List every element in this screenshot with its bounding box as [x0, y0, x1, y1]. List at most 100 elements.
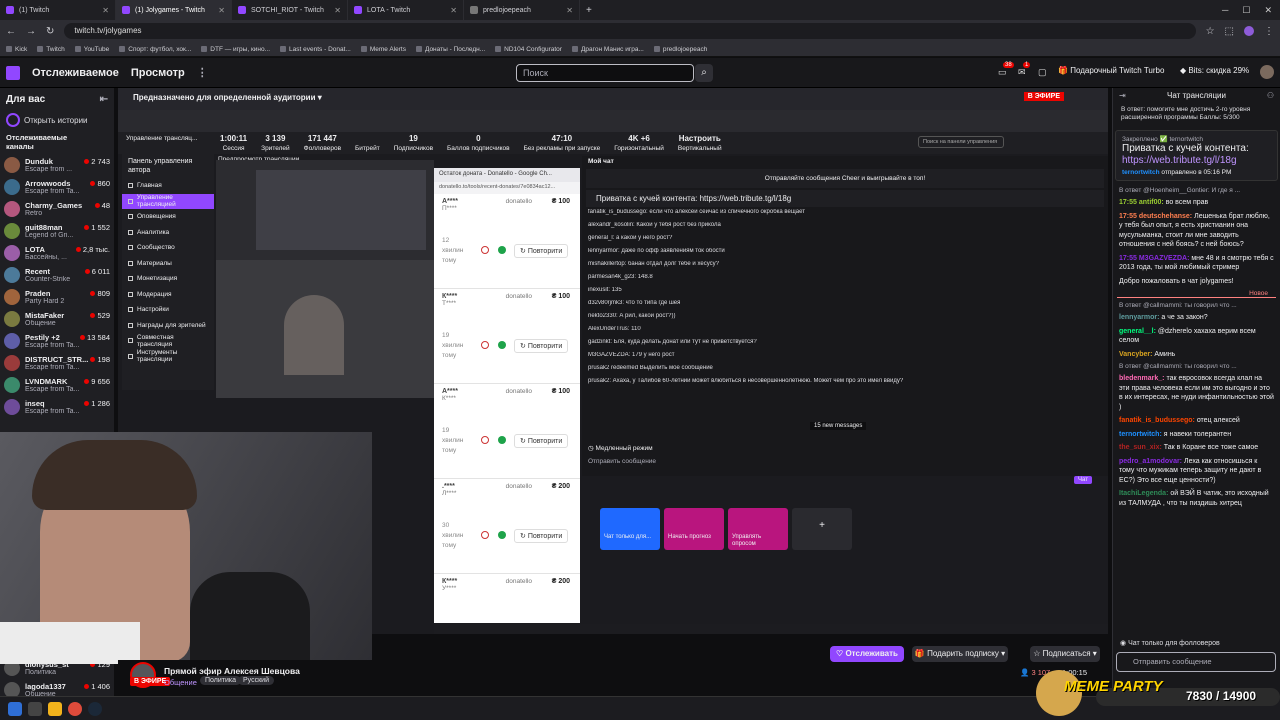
collapse-icon[interactable]: ⇤: [100, 94, 108, 105]
bookmark-item[interactable]: Twitch: [37, 46, 65, 53]
following-link[interactable]: Отслеживаемое: [32, 67, 119, 79]
sidebar-channel[interactable]: DISTRUCT_STR... Escape from Ta... 198: [0, 353, 114, 375]
dashboard-menu-item[interactable]: Оповещения: [122, 209, 214, 225]
browser-tab[interactable]: SOTCHI_RIOT - Twitch ✕: [232, 0, 348, 20]
turbo-gift-button[interactable]: 🎁 Подарочный Twitch Turbo: [1058, 66, 1164, 75]
sidebar-channel[interactable]: Pestily +2 Escape from Ta... 13 584: [0, 331, 114, 353]
close-icon[interactable]: ✕: [218, 6, 225, 15]
browser-tab[interactable]: (1) Twitch ✕: [0, 0, 116, 20]
stream-tag[interactable]: Политика: [200, 676, 241, 685]
minimize-icon[interactable]: ─: [1222, 5, 1228, 16]
search-input[interactable]: Поиск: [516, 64, 694, 82]
maximize-icon[interactable]: ☐: [1242, 5, 1250, 16]
close-icon[interactable]: ✕: [102, 6, 109, 15]
sidebar-channel[interactable]: inseq Escape from Ta... 1 286: [0, 397, 114, 419]
browser-tab[interactable]: predlojoepeach ✕: [464, 0, 580, 20]
mute-icon[interactable]: [481, 341, 489, 349]
forward-icon[interactable]: →: [26, 26, 36, 37]
subscribe-button[interactable]: ☆ Подписаться ▾: [1030, 646, 1100, 662]
dash-send-input[interactable]: Отправить сообщение: [588, 458, 1098, 470]
bookmark-item[interactable]: Спорт: футбол, хок...: [119, 46, 191, 53]
chat-username[interactable]: bledenmark_:: [1119, 375, 1165, 382]
bookmark-item[interactable]: Донаты - Последн...: [415, 46, 485, 53]
more-icon[interactable]: ⋮: [197, 66, 208, 79]
collapse-chat-icon[interactable]: ⇥: [1119, 91, 1126, 100]
search-icon[interactable]: ⌕: [695, 64, 713, 82]
bookmark-item[interactable]: ND104 Configurator: [495, 46, 562, 53]
chrome-icon[interactable]: [68, 701, 82, 716]
steam-icon[interactable]: [88, 701, 102, 716]
sidebar-channel[interactable]: Praden Party Hard 2 809: [0, 287, 114, 309]
pinned-author[interactable]: ternortwitch: [1122, 169, 1160, 176]
check-icon[interactable]: [498, 341, 506, 349]
notifications-icon[interactable]: ▭: [998, 67, 1008, 77]
url-input[interactable]: twitch.tv/jolygames: [64, 23, 1196, 39]
avatar[interactable]: [1260, 65, 1274, 79]
dashboard-menu-item[interactable]: Модерация: [122, 287, 214, 303]
chat-username[interactable]: Vancyber:: [1119, 351, 1152, 358]
twitch-logo-icon[interactable]: [6, 65, 20, 80]
close-icon[interactable]: ✕: [334, 6, 341, 15]
folder-icon[interactable]: [48, 701, 62, 716]
dashboard-menu-item[interactable]: Сообщество: [122, 240, 214, 256]
mute-icon[interactable]: [481, 531, 489, 539]
pinned-link[interactable]: https://web.tribute.tg/l/18g: [1122, 155, 1271, 167]
bits-button[interactable]: ◆ Bits: скидка 29%: [1180, 66, 1249, 75]
users-icon[interactable]: ⚇: [1267, 91, 1274, 100]
new-tab-icon[interactable]: +: [586, 5, 592, 16]
action-followers-only[interactable]: Чат только для...: [600, 508, 660, 550]
check-icon[interactable]: [498, 436, 506, 444]
sidebar-channel[interactable]: Arrowwoods Escape from Ta... 860: [0, 177, 114, 199]
chat-username[interactable]: pedro_a1modovar:: [1119, 458, 1182, 465]
dashboard-menu-item[interactable]: Управление трансляцией: [122, 193, 214, 209]
chat-username[interactable]: ItachiLegenda:: [1119, 490, 1168, 497]
close-window-icon[interactable]: ✕: [1264, 5, 1272, 16]
retry-button[interactable]: ↻ Повторити: [514, 244, 569, 258]
dashboard-menu-item[interactable]: Главная: [122, 178, 214, 194]
browser-tab[interactable]: LOTA - Twitch ✕: [348, 0, 464, 20]
stories-button[interactable]: Открыть истории: [0, 111, 114, 129]
back-icon[interactable]: ←: [6, 26, 16, 37]
action-start-prediction[interactable]: Начать прогноз: [664, 508, 724, 550]
sidebar-channel[interactable]: LOTA Бассейны, ... 2,8 тыс.: [0, 243, 114, 265]
bookmark-item[interactable]: Kick: [6, 46, 27, 53]
check-icon[interactable]: [498, 531, 506, 539]
dashboard-menu-item[interactable]: Настройки: [122, 302, 214, 318]
action-manage-poll[interactable]: Управлять опросом: [728, 508, 788, 550]
extensions-icon[interactable]: ⬚: [1225, 26, 1234, 37]
chat-username[interactable]: general__l:: [1119, 328, 1156, 335]
bookmark-star-icon[interactable]: ☆: [1206, 26, 1215, 37]
dashboard-search-input[interactable]: Поиск на панели управления: [918, 136, 1004, 148]
retry-button[interactable]: ↻ Повторити: [514, 434, 569, 448]
stream-category[interactable]: Общение: [164, 678, 197, 687]
bookmark-item[interactable]: YouTube: [74, 46, 109, 53]
profile-icon[interactable]: [1244, 26, 1254, 36]
dashboard-menu-item[interactable]: Награды для зрителей: [122, 318, 214, 334]
close-icon[interactable]: ✕: [566, 6, 573, 15]
gift-sub-button[interactable]: 🎁 Подарить подписку ▾: [912, 646, 1008, 662]
dashboard-menu-item[interactable]: Аналитика: [122, 225, 214, 241]
retry-button[interactable]: ↻ Повторити: [514, 529, 569, 543]
yandex-icon[interactable]: [28, 701, 42, 716]
inbox-icon[interactable]: ✉: [1018, 67, 1028, 77]
chat-username[interactable]: 17:55 M3GAZVEZDA:: [1119, 255, 1189, 262]
mute-icon[interactable]: [481, 436, 489, 444]
retry-button[interactable]: ↻ Повторити: [514, 339, 569, 353]
chat-username[interactable]: 17:55 antif00:: [1119, 199, 1164, 206]
chat-input[interactable]: Отправить сообщение: [1116, 652, 1276, 672]
bookmark-item[interactable]: Last events - Donat...: [280, 46, 351, 53]
sidebar-channel[interactable]: Dunduk Escape from ... 2 743: [0, 155, 114, 177]
stream-tag[interactable]: Русский: [238, 676, 274, 685]
sidebar-channel[interactable]: guit88man Legend of Gri... 1 552: [0, 221, 114, 243]
sidebar-channel[interactable]: Charmy_Games Retro 48: [0, 199, 114, 221]
chat-username[interactable]: lennyarmor:: [1119, 314, 1159, 321]
dashboard-menu-item[interactable]: Материалы: [122, 256, 214, 272]
sidebar-channel[interactable]: MistaFaker Общение 529: [0, 309, 114, 331]
chat-username[interactable]: 17:55 deutschehanse:: [1119, 213, 1192, 220]
dash-chat-button[interactable]: Чат: [1074, 476, 1092, 484]
bookmark-item[interactable]: predlojoepeach: [653, 46, 707, 53]
chat-username[interactable]: the_sun_xix:: [1119, 444, 1162, 451]
browse-link[interactable]: Просмотр: [131, 67, 185, 79]
chat-username[interactable]: fanatik_is_budussego:: [1119, 417, 1195, 424]
menu-icon[interactable]: ⋮: [1264, 26, 1274, 37]
